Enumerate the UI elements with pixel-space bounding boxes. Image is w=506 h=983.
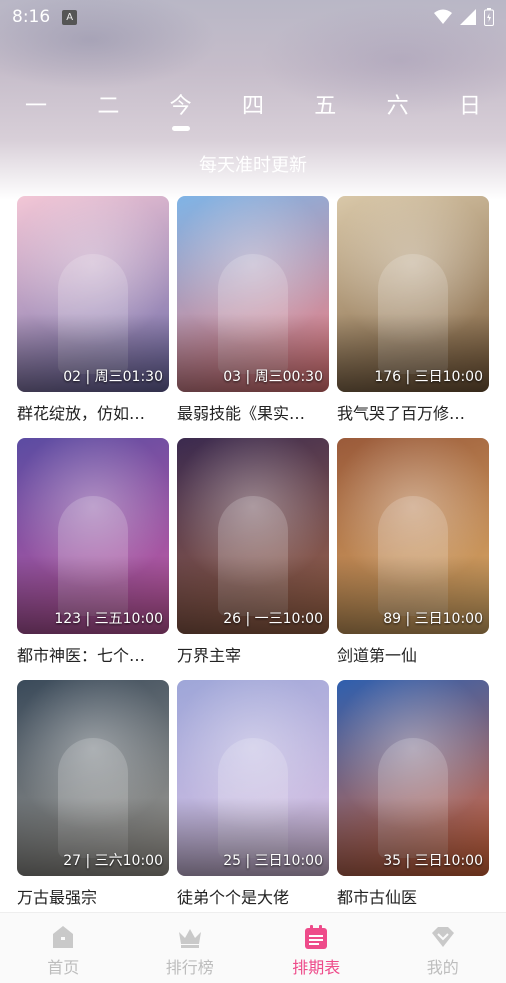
episode-badge: 27 | 三六10:00: [63, 853, 163, 869]
day-tab-thu[interactable]: 四: [239, 88, 267, 124]
day-tab-tue[interactable]: 二: [94, 88, 122, 124]
poster-image: 02 | 周三01:30: [17, 196, 169, 392]
weekday-tabs: 一 二 今 四 五 六 日: [0, 88, 506, 131]
poster-image: 25 | 三日10:00: [177, 680, 329, 876]
tab-profile[interactable]: 我的: [393, 918, 493, 978]
home-icon: [53, 926, 74, 948]
tab-home[interactable]: 首页: [13, 918, 113, 978]
anime-title: 都市古仙医: [337, 888, 418, 907]
poster-image: 27 | 三六10:00: [17, 680, 169, 876]
episode-badge: 35 | 三日10:00: [383, 853, 483, 869]
tab-label: 首页: [47, 958, 80, 977]
anime-card[interactable]: 02 | 周三01:30 群花绽放，仿如…: [17, 196, 169, 438]
wifi-icon: [434, 9, 452, 24]
calendar-icon: [305, 925, 328, 949]
a-notification-icon: A: [62, 9, 78, 25]
anime-card[interactable]: 03 | 周三00:30 最弱技能《果实…: [177, 196, 329, 438]
episode-badge: 26 | 一三10:00: [223, 611, 323, 627]
poster-image: 26 | 一三10:00: [177, 438, 329, 634]
crown-icon: [178, 929, 201, 948]
anime-title: 我气哭了百万修…: [337, 404, 466, 423]
anime-title: 都市神医：七个…: [17, 646, 146, 665]
anime-grid: 02 | 周三01:30 群花绽放，仿如… 03 | 周三00:30 最弱技能《…: [17, 196, 491, 922]
anime-card[interactable]: 35 | 三日10:00 都市古仙医: [337, 680, 489, 922]
schedule-subtitle: 每天准时更新: [199, 155, 307, 176]
poster-image: 176 | 三日10:00: [337, 196, 489, 392]
diamond-icon: [431, 927, 454, 947]
day-tab-today[interactable]: 今: [167, 88, 195, 131]
anime-title: 最弱技能《果实…: [177, 404, 306, 423]
day-tab-fri[interactable]: 五: [311, 88, 339, 124]
signal-icon: [460, 9, 476, 25]
tab-ranking[interactable]: 排行榜: [140, 918, 240, 978]
anime-title: 徒弟个个是大佬: [177, 888, 290, 907]
anime-card[interactable]: 176 | 三日10:00 我气哭了百万修…: [337, 196, 489, 438]
tab-label: 排期表: [292, 958, 341, 977]
poster-image: 03 | 周三00:30: [177, 196, 329, 392]
episode-badge: 03 | 周三00:30: [223, 369, 323, 385]
episode-badge: 123 | 三五10:00: [54, 611, 163, 627]
episode-badge: 25 | 三日10:00: [223, 853, 323, 869]
episode-badge: 176 | 三日10:00: [374, 369, 483, 385]
anime-title: 万古最强宗: [17, 888, 98, 907]
anime-card[interactable]: 25 | 三日10:00 徒弟个个是大佬: [177, 680, 329, 922]
episode-badge: 89 | 三日10:00: [383, 611, 483, 627]
anime-title: 剑道第一仙: [337, 646, 418, 665]
poster-image: 35 | 三日10:00: [337, 680, 489, 876]
poster-image: 123 | 三五10:00: [17, 438, 169, 634]
tab-label: 我的: [426, 958, 459, 977]
episode-badge: 02 | 周三01:30: [63, 369, 163, 385]
status-bar: 8:16 A: [0, 0, 506, 34]
anime-title: 万界主宰: [177, 646, 242, 665]
anime-card[interactable]: 26 | 一三10:00 万界主宰: [177, 438, 329, 680]
anime-card[interactable]: 27 | 三六10:00 万古最强宗: [17, 680, 169, 922]
day-tab-mon[interactable]: 一: [22, 88, 50, 124]
day-tab-sun[interactable]: 日: [456, 88, 484, 124]
status-time: 8:16: [12, 7, 51, 27]
bottom-tab-bar: 首页 排行榜 排期表 我的: [0, 912, 506, 983]
anime-card[interactable]: 123 | 三五10:00 都市神医：七个…: [17, 438, 169, 680]
anime-card[interactable]: 89 | 三日10:00 剑道第一仙: [337, 438, 489, 680]
poster-image: 89 | 三日10:00: [337, 438, 489, 634]
tab-schedule[interactable]: 排期表: [266, 918, 366, 978]
battery-icon: [484, 8, 494, 26]
day-tab-sat[interactable]: 六: [384, 88, 412, 124]
anime-title: 群花绽放，仿如…: [17, 404, 146, 423]
tab-label: 排行榜: [165, 958, 214, 977]
